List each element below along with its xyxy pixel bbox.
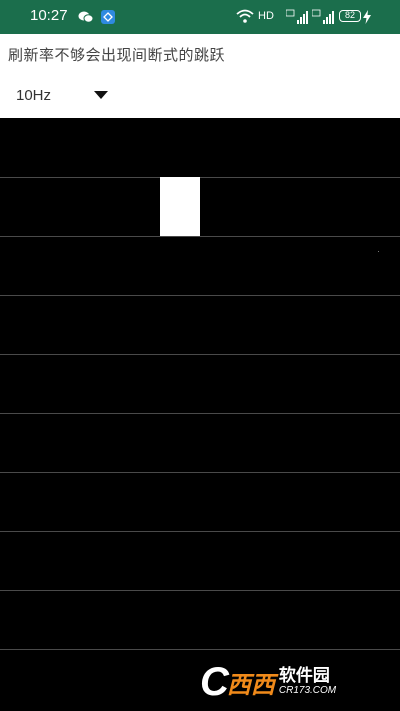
refresh-rate-value: 10Hz [16, 87, 52, 104]
signal-icon [312, 9, 334, 25]
grid-line [0, 236, 400, 237]
charging-icon [363, 10, 371, 24]
refresh-rate-dropdown[interactable]: 10Hz [0, 80, 130, 110]
battery-icon: 82 [339, 10, 361, 22]
signal-icon [286, 9, 308, 25]
grid-line [0, 177, 400, 178]
watermark-logo-letter: C [200, 660, 229, 704]
grid-line [0, 354, 400, 355]
app-notification-icon [101, 10, 115, 24]
status-bar: 10:27 HD 82 [0, 0, 400, 34]
grid-line [0, 413, 400, 414]
grid-line [0, 531, 400, 532]
grid-line [0, 590, 400, 591]
watermark-brand: 软件园 [278, 666, 330, 686]
grid-line [0, 472, 400, 473]
status-time: 10:27 [30, 7, 68, 24]
page-title: 刷新率不够会出现间断式的跳跃 [8, 46, 226, 64]
header: 刷新率不够会出现间断式的跳跃 10Hz [0, 34, 400, 118]
wechat-icon [78, 10, 94, 24]
stray-pixel [378, 251, 379, 252]
wifi-icon [236, 9, 254, 23]
watermark-url: CR173.COM [278, 685, 337, 696]
grid-line [0, 649, 400, 650]
watermark-logo-text: 西西 [226, 670, 275, 699]
grid-line [0, 295, 400, 296]
watermark-brand-group: 软件园 CR173.COM [279, 667, 336, 697]
watermark-logo: C 西西 软件园 CR173.COM [200, 661, 381, 703]
network-type-label: HD [258, 10, 274, 22]
moving-block [160, 177, 200, 236]
animation-canvas [0, 118, 400, 711]
dropdown-arrow-icon [94, 91, 108, 99]
